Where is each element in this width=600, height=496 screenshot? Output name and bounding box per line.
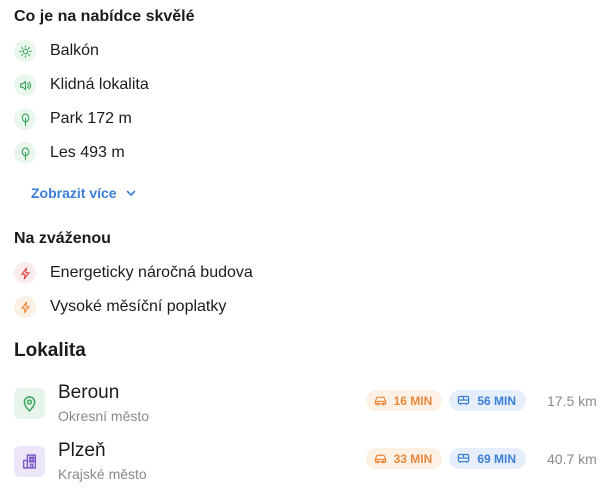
location-title: Lokalita: [14, 340, 86, 361]
feature-item: Balkón: [14, 39, 99, 63]
consideration-label: Vysoké měsíční poplatky: [50, 298, 227, 315]
bus-time-badge: 69 MIN: [449, 448, 526, 469]
car-time-badge: 16 MIN: [365, 390, 443, 411]
car-icon: [374, 396, 386, 406]
sun-icon: [14, 40, 36, 62]
feature-label: Park 172 m: [50, 110, 132, 127]
lightning-icon: [14, 296, 36, 318]
show-more-label: Zobrazit více: [31, 185, 117, 201]
bus-time: 69 MIN: [477, 451, 516, 466]
map-pin-icon: [14, 388, 45, 419]
car-time: 16 MIN: [393, 393, 433, 408]
feature-label: Klidná lokalita: [50, 76, 149, 93]
location-name: Beroun: [58, 382, 120, 403]
bus-time: 56 MIN: [477, 393, 516, 408]
bus-icon: [458, 453, 470, 463]
consideration-item: Vysoké měsíční poplatky: [14, 295, 226, 319]
building-icon: [14, 446, 45, 477]
sound-icon: [14, 74, 36, 96]
location-type: Krajské město: [58, 466, 147, 482]
feature-item: Klidná lokalita: [14, 73, 149, 97]
location-row[interactable]: Plzeň Krajské město 33 MIN 69 MIN 40.7 k…: [14, 440, 597, 486]
tree-icon: [14, 142, 36, 164]
distance: 17.5 km: [547, 392, 597, 409]
travel-info: 16 MIN 56 MIN 17.5 km: [365, 390, 597, 411]
feature-label: Balkón: [50, 42, 99, 59]
bus-icon: [458, 395, 470, 405]
tree-icon: [14, 108, 36, 130]
location-type: Okresní město: [58, 408, 150, 424]
consideration-item: Energeticky náročná budova: [14, 261, 253, 285]
chevron-down-icon: [126, 190, 135, 196]
car-time-badge: 33 MIN: [365, 448, 443, 469]
listing-details: Co je na nabídce skvělé Balkón Klidná lo…: [0, 0, 600, 496]
car-icon: [374, 454, 386, 464]
car-time: 33 MIN: [393, 451, 433, 466]
feature-item: Les 493 m: [14, 141, 125, 165]
feature-label: Les 493 m: [50, 144, 125, 161]
lightning-icon: [14, 262, 36, 284]
distance: 40.7 km: [547, 450, 597, 467]
travel-info: 33 MIN 69 MIN 40.7 km: [365, 448, 597, 469]
bus-time-badge: 56 MIN: [449, 390, 526, 411]
highlights-title: Co je na nabídce skvělé: [14, 8, 195, 25]
location-row[interactable]: Beroun Okresní město 16 MIN 56 MIN 17.5 …: [14, 382, 597, 428]
feature-item: Park 172 m: [14, 107, 132, 131]
considerations-title: Na zváženou: [14, 230, 111, 247]
location-name: Plzeň: [58, 440, 106, 461]
consideration-label: Energeticky náročná budova: [50, 264, 253, 281]
show-more-button[interactable]: Zobrazit více: [31, 183, 137, 203]
